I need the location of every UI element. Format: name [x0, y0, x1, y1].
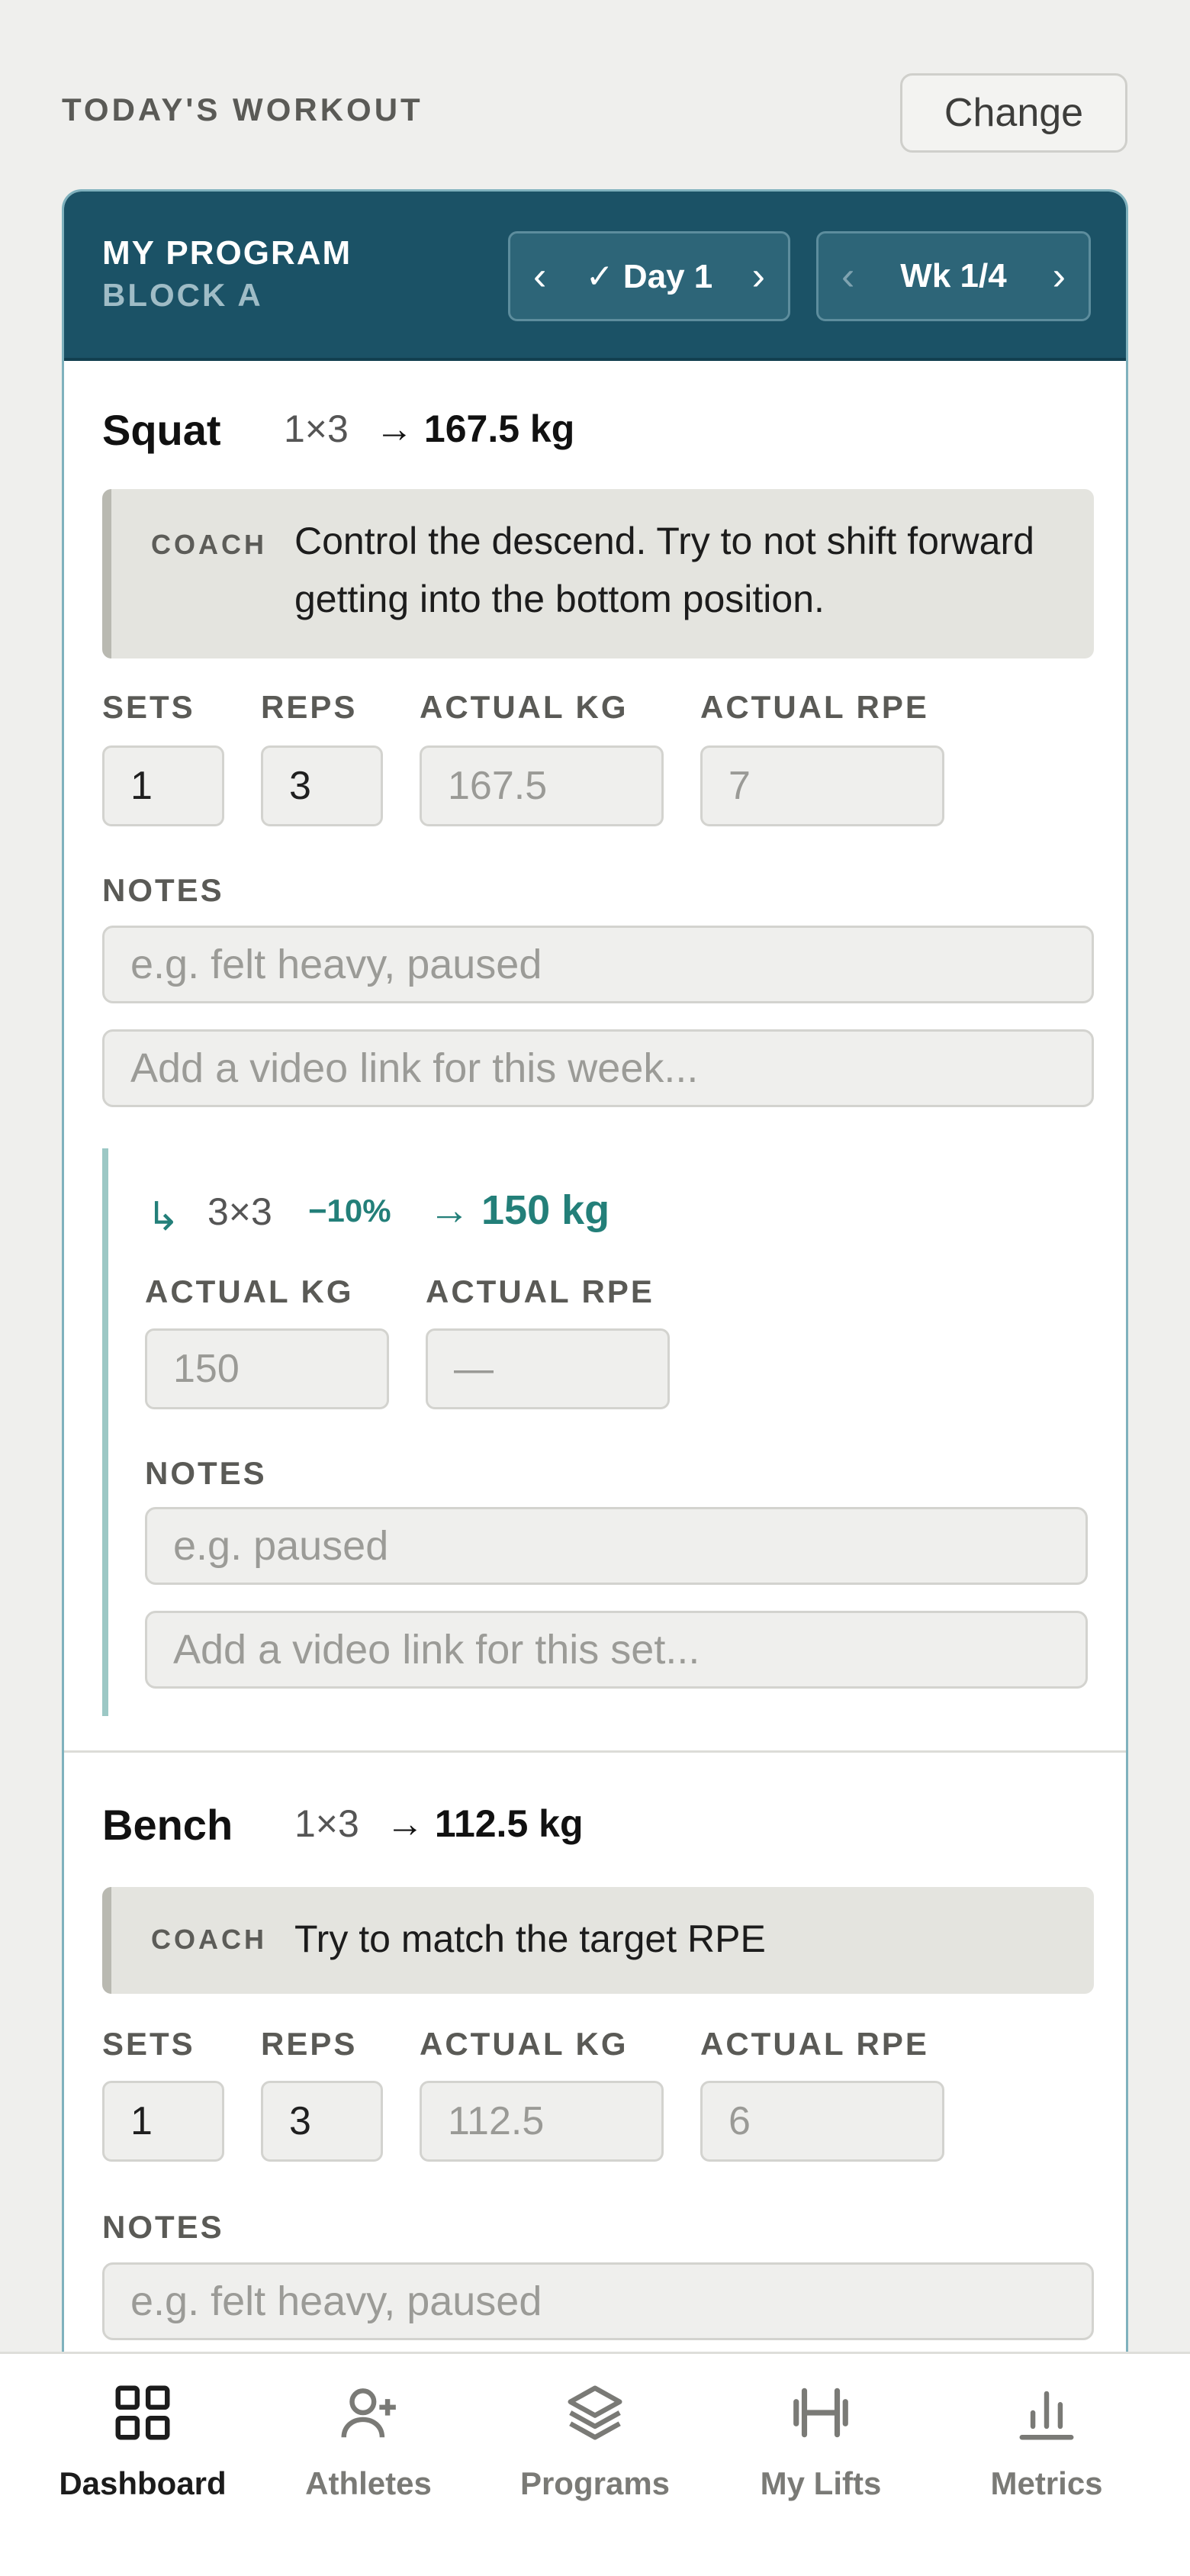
actual-rpe-input[interactable]: 6 — [700, 2081, 944, 2162]
nav-label: My Lifts — [760, 2465, 882, 2501]
exercise-name: Bench — [102, 1801, 233, 1849]
barbell-icon — [793, 2388, 848, 2438]
exercise-scheme: 1×3 — [294, 1802, 359, 1845]
actual-kg-input[interactable]: 167.5 — [420, 745, 664, 826]
backoff-rpe-input[interactable]: — — [426, 1328, 670, 1409]
exercise-target: → 112.5 kg — [386, 1802, 584, 1845]
nav-label: Metrics — [990, 2465, 1103, 2501]
program-header: MY PROGRAM BLOCK A ‹ ✓ Day 1 › ‹ Wk 1/4 … — [64, 192, 1126, 361]
reps-label: REPS — [261, 689, 358, 725]
nav-athletes[interactable]: Athletes — [262, 2380, 475, 2533]
exercise-divider — [64, 1750, 1126, 1753]
page-title: TODAY'S WORKOUT — [62, 92, 423, 127]
backoff-set: ↳ 3×3 −10% → 150 kg ACTUAL KG ACTUAL RPE… — [102, 1148, 1094, 1716]
notes-label: NOTES — [102, 2209, 224, 2245]
day-label: ✓ Day 1 — [585, 257, 713, 295]
program-name: MY PROGRAM — [102, 234, 352, 272]
coach-tag: COACH — [151, 1924, 267, 1955]
backoff-scheme: 3×3 — [207, 1190, 272, 1233]
actual-kg-label: ACTUAL KG — [145, 1274, 354, 1309]
day-selector: ‹ ✓ Day 1 › — [508, 231, 790, 321]
reps-input[interactable]: 3 — [261, 2081, 383, 2162]
notes-input[interactable]: e.g. felt heavy, paused — [102, 2262, 1094, 2340]
notes-label: NOTES — [102, 872, 224, 908]
backoff-percent: −10% — [308, 1193, 391, 1228]
coach-text: Control the descend. Try to not shift fo… — [294, 520, 1034, 620]
video-link-input[interactable]: Add a video link for this week... — [102, 1029, 1094, 1107]
actual-kg-label: ACTUAL KG — [420, 2026, 629, 2062]
grid-icon — [115, 2385, 170, 2440]
nav-dashboard[interactable]: Dashboard — [36, 2380, 249, 2533]
nav-my-lifts[interactable]: My Lifts — [714, 2380, 928, 2533]
actual-rpe-label: ACTUAL RPE — [700, 689, 929, 725]
bottom-nav: Dashboard Athletes Programs My Lifts Met… — [0, 2352, 1190, 2576]
week-prev-button[interactable]: ‹ — [841, 253, 854, 299]
actual-kg-label: ACTUAL KG — [420, 689, 629, 725]
backoff-kg-input[interactable]: 150 — [145, 1328, 389, 1409]
reps-label: REPS — [261, 2026, 358, 2062]
sets-input[interactable]: 1 — [102, 2081, 224, 2162]
sets-label: SETS — [102, 689, 195, 725]
bar-chart-icon — [1019, 2391, 1074, 2440]
coach-tag: COACH — [151, 529, 267, 560]
sets-label: SETS — [102, 2026, 195, 2062]
exercise-scheme: 1×3 — [284, 407, 349, 450]
actual-rpe-input[interactable]: 7 — [700, 745, 944, 826]
day-next-button[interactable]: › — [752, 253, 765, 299]
notes-label: NOTES — [145, 1455, 267, 1491]
backoff-target: → 150 kg — [429, 1187, 610, 1233]
reps-input[interactable]: 3 — [261, 745, 383, 826]
coach-text: Try to match the target RPE — [294, 1918, 766, 1960]
coach-note: COACH Control the descend. Try to not sh… — [102, 489, 1094, 658]
week-label: Wk 1/4 — [900, 257, 1007, 295]
exercise-name: Squat — [102, 406, 221, 454]
nav-label: Athletes — [305, 2465, 432, 2501]
sets-input[interactable]: 1 — [102, 745, 224, 826]
nav-label: Programs — [519, 2465, 671, 2501]
nav-label: Dashboard — [59, 2465, 227, 2501]
coach-note: COACH Try to match the target RPE — [102, 1887, 1094, 1994]
actual-kg-input[interactable]: 112.5 — [420, 2081, 664, 2162]
day-prev-button[interactable]: ‹ — [533, 253, 546, 299]
return-arrow-icon: ↳ — [146, 1195, 180, 1239]
notes-input[interactable]: e.g. felt heavy, paused — [102, 926, 1094, 1003]
change-button[interactable]: Change — [900, 73, 1127, 153]
week-next-button[interactable]: › — [1053, 253, 1066, 299]
actual-rpe-label: ACTUAL RPE — [700, 2026, 929, 2062]
nav-programs[interactable]: Programs — [488, 2380, 702, 2533]
user-plus-icon — [341, 2388, 396, 2438]
backoff-video-link-input[interactable]: Add a video link for this set... — [145, 1611, 1088, 1689]
nav-metrics[interactable]: Metrics — [940, 2380, 1153, 2533]
workout-card: MY PROGRAM BLOCK A ‹ ✓ Day 1 › ‹ Wk 1/4 … — [62, 189, 1128, 2478]
program-block: BLOCK A — [102, 277, 263, 313]
exercise-target: → 167.5 kg — [375, 407, 575, 450]
week-selector: ‹ Wk 1/4 › — [816, 231, 1091, 321]
backoff-notes-input[interactable]: e.g. paused — [145, 1507, 1088, 1585]
workout-screen: TODAY'S WORKOUT Change MY PROGRAM BLOCK … — [0, 0, 1190, 2576]
layers-icon — [568, 2385, 622, 2440]
actual-rpe-label: ACTUAL RPE — [426, 1274, 654, 1309]
